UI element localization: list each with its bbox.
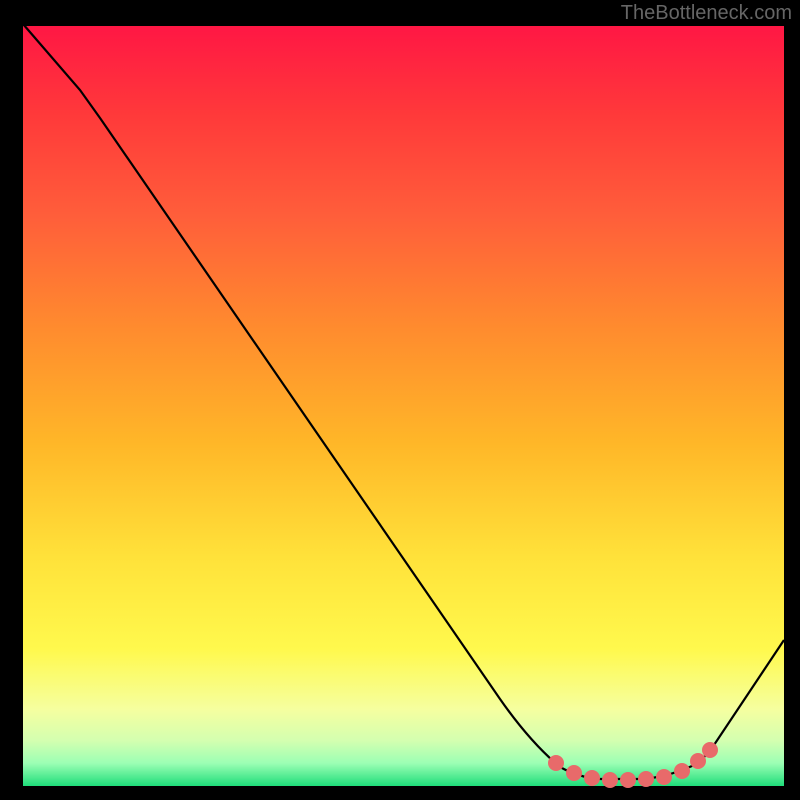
chart-svg — [0, 0, 800, 800]
chart-container: TheBottleneck.com — [0, 0, 800, 800]
chart-background-gradient — [23, 26, 784, 786]
watermark-text: TheBottleneck.com — [621, 2, 792, 25]
